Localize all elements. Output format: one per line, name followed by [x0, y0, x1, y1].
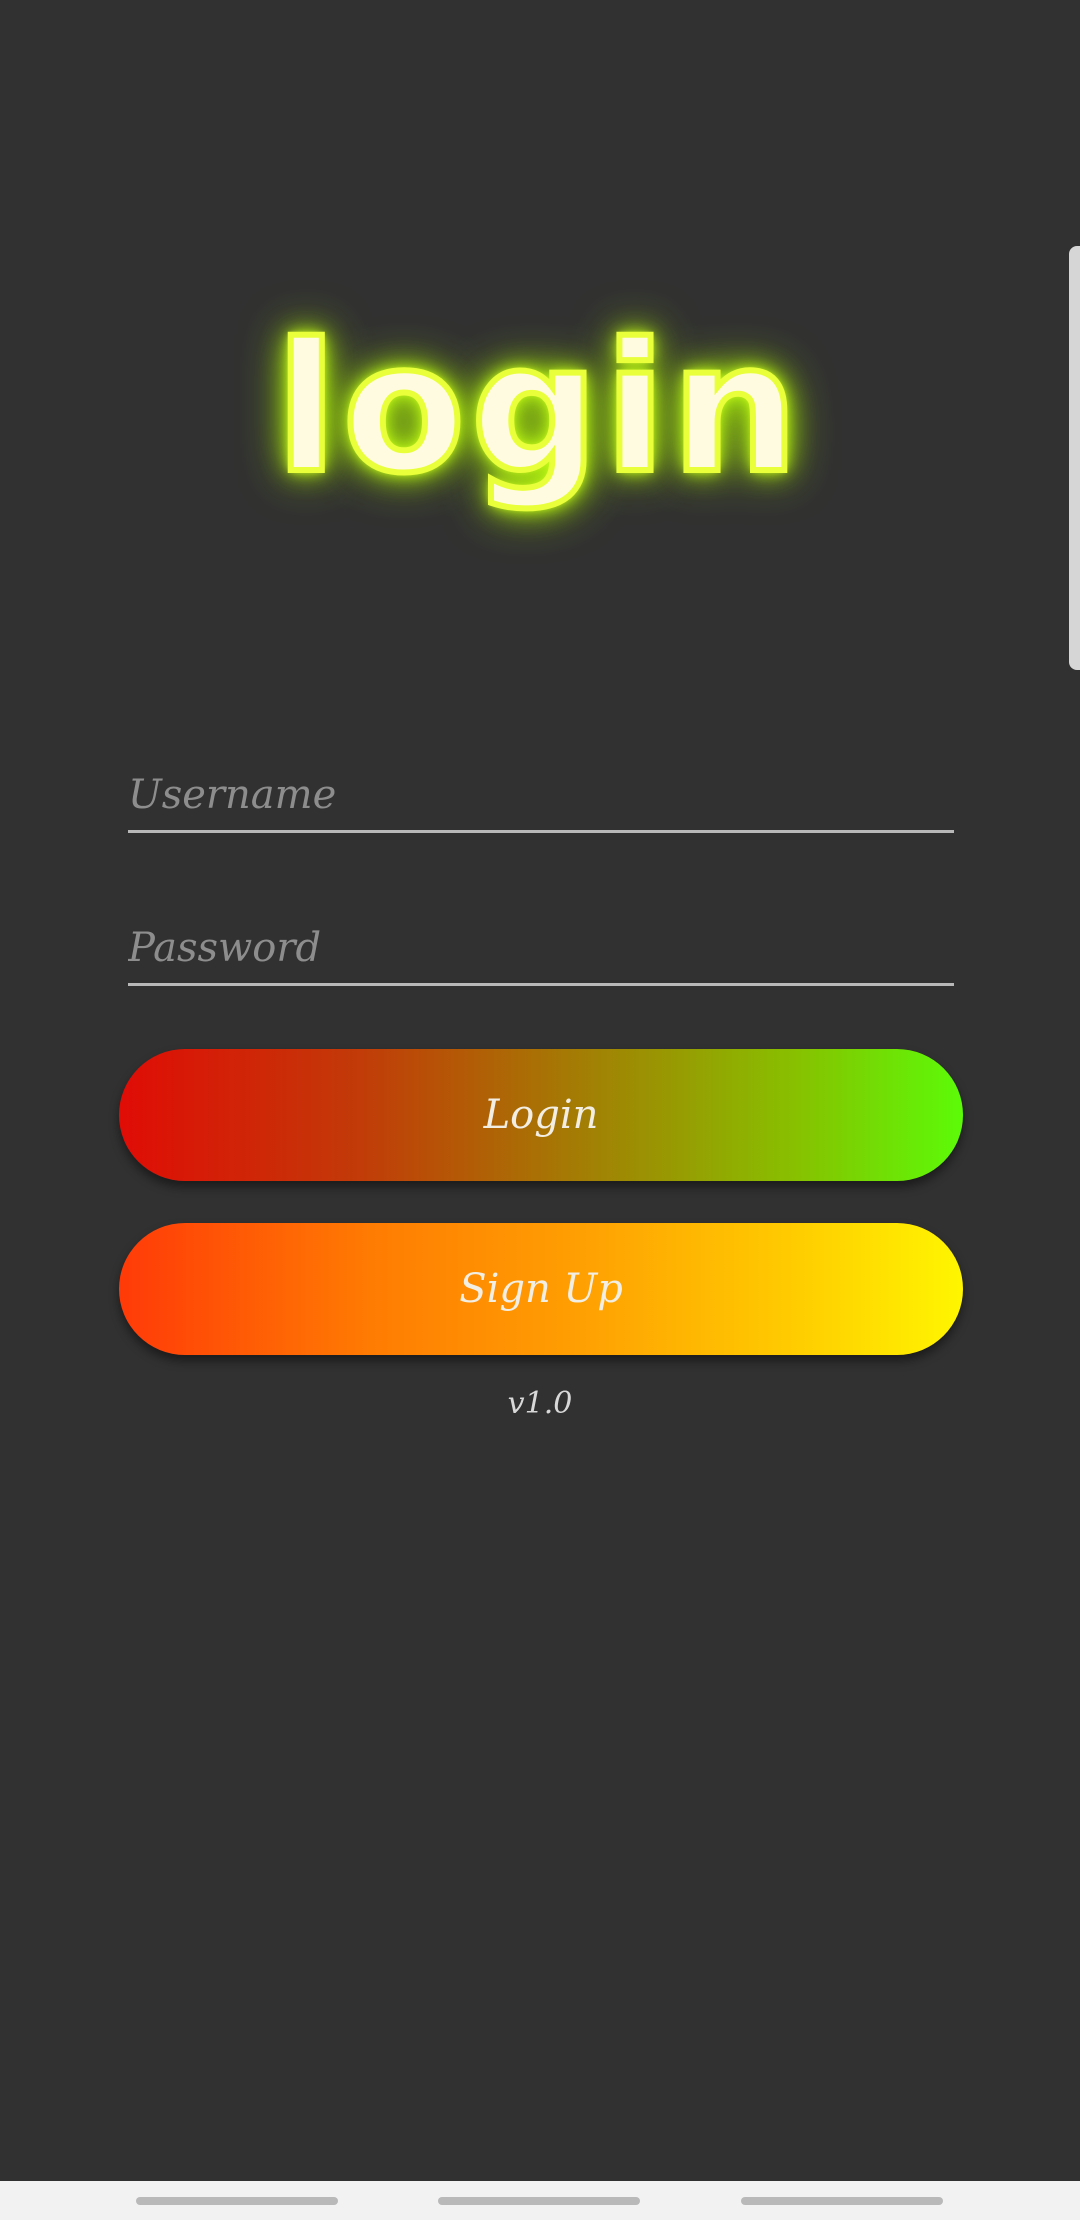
username-field[interactable]	[128, 760, 954, 833]
login-screen: login Login Sign Up v1.0	[0, 0, 1080, 2220]
recent-apps-nav-button[interactable]	[136, 2197, 338, 2205]
password-field[interactable]	[128, 913, 954, 986]
system-navigation-bar	[0, 2181, 1080, 2220]
password-input[interactable]	[128, 913, 954, 983]
login-button[interactable]: Login	[119, 1049, 963, 1181]
signup-button[interactable]: Sign Up	[119, 1223, 963, 1355]
username-input[interactable]	[128, 760, 954, 830]
back-nav-button[interactable]	[741, 2197, 943, 2205]
home-nav-button[interactable]	[438, 2197, 640, 2205]
login-logo-title: login	[273, 305, 805, 512]
version-label: v1.0	[507, 1386, 573, 1421]
